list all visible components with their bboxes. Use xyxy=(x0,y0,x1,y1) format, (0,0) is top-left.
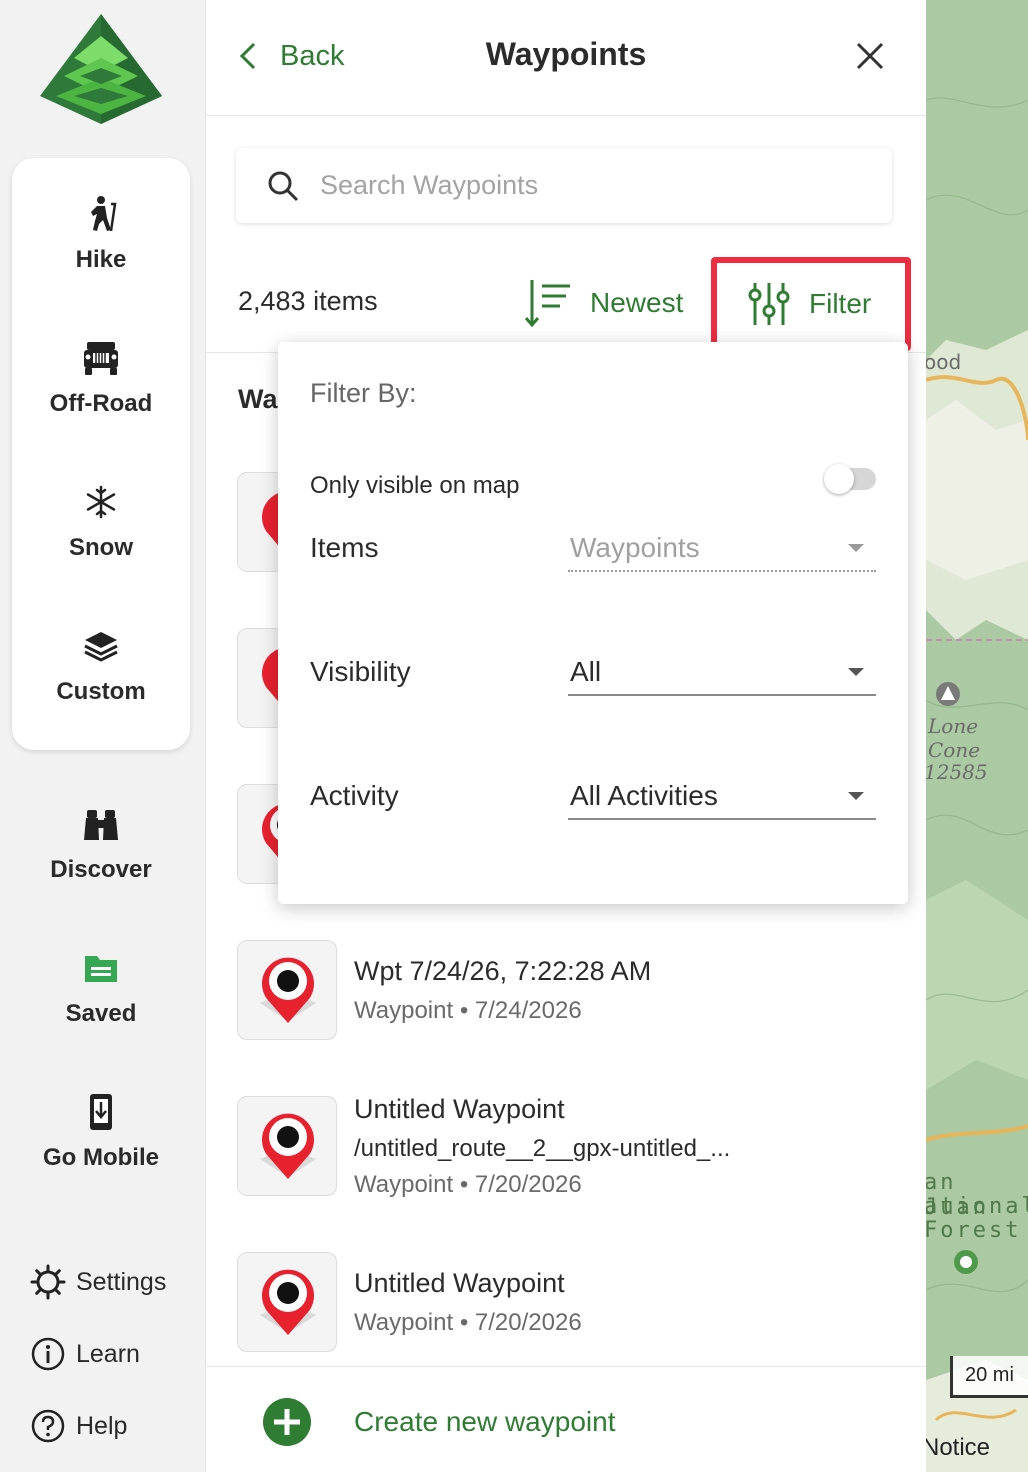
sort-button[interactable]: Newest xyxy=(522,278,683,328)
filter-label: Filter xyxy=(809,288,872,319)
rail-item-go-mobile[interactable]: Go Mobile xyxy=(0,1092,202,1172)
map-scale: 20 mi xyxy=(950,1356,1028,1398)
back-label: Back xyxy=(280,39,345,72)
activity-select[interactable]: All Activities xyxy=(568,776,876,820)
waypoint-title[interactable]: Untitled Waypoint xyxy=(354,1094,565,1125)
rail-item-label: Saved xyxy=(65,1000,137,1027)
rail-item-discover[interactable]: Discover xyxy=(0,804,202,884)
learn-link[interactable]: Learn xyxy=(30,1334,140,1374)
sort-descending-icon xyxy=(524,280,570,328)
toggle-label: Only visible on map xyxy=(310,472,520,499)
help-link[interactable]: Help xyxy=(30,1406,127,1446)
map-view[interactable]: ood Lone Cone 12585 an Juan ational Fore… xyxy=(926,0,1028,1472)
waypoint-thumbnail[interactable] xyxy=(237,1252,337,1352)
map-label-peak: Cone xyxy=(928,738,981,762)
activity-card: Hike Off-Road Snow Custom xyxy=(12,158,190,750)
caret-down-icon xyxy=(848,544,864,552)
filter-heading: Filter By: xyxy=(310,378,417,408)
rail-item-custom[interactable]: Custom xyxy=(12,626,190,706)
snowflake-icon xyxy=(86,485,116,519)
search-input[interactable]: Search Waypoints xyxy=(236,148,892,223)
map-label-top: ood xyxy=(926,350,962,374)
item-count: 2,483 items xyxy=(238,286,378,316)
caret-down-icon xyxy=(848,668,864,676)
waypoint-title[interactable]: Wpt 7/24/26, 7:22:28 AM xyxy=(354,956,651,987)
gaia-logo[interactable] xyxy=(38,12,164,128)
filter-popup: Filter By: Only visible on map Items Way… xyxy=(278,342,908,904)
add-icon xyxy=(263,1398,311,1446)
items-label: Items xyxy=(310,532,379,563)
offroad-icon xyxy=(84,342,118,375)
back-button[interactable]: Back xyxy=(238,36,344,76)
create-waypoint-button[interactable]: Create new waypoint xyxy=(262,1397,615,1447)
waypoint-subtitle: Waypoint • 7/20/2026 xyxy=(354,1171,582,1198)
rail-item-label: Off-Road xyxy=(49,390,153,417)
layers-icon xyxy=(84,632,118,662)
waypoint-pin-icon xyxy=(260,1113,316,1179)
items-select-value: Waypoints xyxy=(570,532,700,563)
rail-item-label: Snow xyxy=(69,534,133,561)
map-notice[interactable]: Notice xyxy=(926,1434,990,1462)
rail-item-saved[interactable]: Saved xyxy=(0,948,202,1028)
activity-label: Activity xyxy=(310,780,399,811)
activity-select-value: All Activities xyxy=(570,780,718,811)
panel-footer: Create new waypoint xyxy=(206,1366,926,1472)
close-icon[interactable] xyxy=(852,38,888,74)
panel-header: Back Waypoints xyxy=(206,0,926,116)
page-title: Waypoints xyxy=(485,36,647,72)
waypoint-path: /untitled_route__2__gpx-untitled_... xyxy=(354,1135,731,1162)
waypoint-subtitle: Waypoint • 7/24/2026 xyxy=(354,997,582,1024)
map-label-peak: 12585 xyxy=(926,760,988,784)
sort-label: Newest xyxy=(590,287,684,318)
settings-label: Settings xyxy=(76,1267,167,1296)
help-icon xyxy=(31,1409,65,1443)
rail-item-label: Discover xyxy=(50,856,152,883)
create-waypoint-label: Create new waypoint xyxy=(354,1406,616,1437)
left-rail: Hike Off-Road Snow Custom Discover Saved… xyxy=(0,0,206,1472)
search-placeholder: Search Waypoints xyxy=(320,170,539,200)
visibility-label: Visibility xyxy=(310,656,411,687)
toggle-knob xyxy=(824,464,854,494)
map-label-forest: ational xyxy=(926,1194,1028,1219)
help-label: Help xyxy=(76,1411,128,1440)
folder-icon xyxy=(85,956,117,982)
visibility-select-value: All xyxy=(570,656,602,687)
rail-item-label: Hike xyxy=(75,246,127,273)
settings-link[interactable]: Settings xyxy=(30,1262,166,1302)
caret-down-icon xyxy=(848,792,864,800)
waypoint-pin-icon xyxy=(260,1269,316,1335)
waypoint-thumbnail[interactable] xyxy=(237,1096,337,1196)
gear-icon xyxy=(30,1264,66,1300)
rail-item-offroad[interactable]: Off-Road xyxy=(12,338,190,418)
map-label-forest: Forest xyxy=(926,1218,1022,1243)
waypoint-title[interactable]: Untitled Waypoint xyxy=(354,1268,565,1299)
rail-item-label: Go Mobile xyxy=(43,1144,159,1171)
rail-item-hike[interactable]: Hike xyxy=(12,194,190,274)
filter-button[interactable]: Filter xyxy=(711,257,911,351)
rail-item-label: Custom xyxy=(56,678,146,705)
rail-item-snow[interactable]: Snow xyxy=(12,482,190,562)
waypoint-subtitle: Waypoint • 7/20/2026 xyxy=(354,1309,582,1336)
search-icon xyxy=(268,171,299,201)
waypoint-thumbnail[interactable] xyxy=(237,940,337,1040)
waypoint-pin-icon xyxy=(260,957,316,1023)
binoculars-icon xyxy=(84,810,118,840)
map-label-peak: Lone xyxy=(928,714,979,738)
items-select: Waypoints xyxy=(568,528,876,572)
learn-label: Learn xyxy=(76,1339,140,1368)
chevron-left-icon xyxy=(239,42,256,70)
sliders-icon xyxy=(748,283,790,325)
visible-on-map-toggle[interactable] xyxy=(824,462,876,494)
section-heading: Wa xyxy=(238,384,278,414)
info-icon xyxy=(31,1337,65,1371)
hike-icon xyxy=(91,196,117,232)
visibility-select[interactable]: All xyxy=(568,652,876,696)
mobile-download-icon xyxy=(90,1094,112,1130)
